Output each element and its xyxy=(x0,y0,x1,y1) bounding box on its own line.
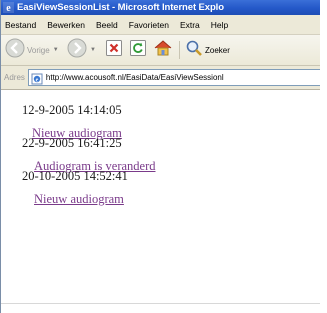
forward-button[interactable]: ▼ xyxy=(67,38,96,63)
stop-button[interactable] xyxy=(105,39,123,61)
search-label: Zoeker xyxy=(205,45,230,55)
chevron-down-icon[interactable]: ▼ xyxy=(90,47,96,53)
session-timestamp: 20-10-2005 14:52:41 xyxy=(22,169,128,183)
session-timestamp: 12-9-2005 14:14:05 xyxy=(22,103,122,117)
search-icon xyxy=(185,39,203,62)
page-icon: e xyxy=(31,72,43,84)
divider xyxy=(1,303,320,304)
session-entry: 20-10-2005 14:52:41 Nieuw audiogram xyxy=(22,169,128,206)
home-icon xyxy=(153,39,173,62)
address-bar: Adres e http://www.acousoft.nl/EasiData/… xyxy=(1,66,320,90)
svg-text:e: e xyxy=(6,3,11,13)
page-content: 12-9-2005 14:14:05 Nieuw audiogram 22-9-… xyxy=(1,91,320,313)
session-timestamp: 22-9-2005 16:41:25 xyxy=(22,136,122,150)
browser-window: e EasiViewSessionList - Microsoft Intern… xyxy=(0,0,320,313)
session-link[interactable]: Nieuw audiogram xyxy=(34,192,124,207)
menu-bar: Bestand Bewerken Beeld Favorieten Extra … xyxy=(1,15,320,35)
back-arrow-icon xyxy=(5,38,25,63)
back-label: Vorige xyxy=(27,45,50,55)
menu-extra[interactable]: Extra xyxy=(180,20,200,30)
forward-arrow-icon xyxy=(67,38,87,63)
home-button[interactable] xyxy=(153,39,173,61)
address-url: http://www.acousoft.nl/EasiData/EasiView… xyxy=(45,73,224,82)
page-margin xyxy=(320,0,327,313)
refresh-icon xyxy=(129,39,147,62)
toolbar: Vorige ▼ ▼ Zoeker xyxy=(1,35,320,66)
address-input[interactable]: e http://www.acousoft.nl/EasiData/EasiVi… xyxy=(27,69,320,86)
menu-bestand[interactable]: Bestand xyxy=(5,20,36,30)
refresh-button[interactable] xyxy=(129,39,147,61)
svg-text:e: e xyxy=(36,77,39,83)
window-title: EasiViewSessionList - Microsoft Internet… xyxy=(17,2,224,13)
ie-logo-icon: e xyxy=(3,2,14,13)
address-label: Adres xyxy=(4,73,25,82)
chevron-down-icon[interactable]: ▼ xyxy=(53,47,59,53)
menu-bewerken[interactable]: Bewerken xyxy=(47,20,85,30)
menu-help[interactable]: Help xyxy=(211,20,228,30)
toolbar-separator xyxy=(179,41,180,59)
session-entry: 12-9-2005 14:14:05 Nieuw audiogram xyxy=(22,103,122,140)
menu-beeld[interactable]: Beeld xyxy=(96,20,118,30)
menu-favorieten[interactable]: Favorieten xyxy=(129,20,169,30)
search-button[interactable]: Zoeker xyxy=(185,39,230,61)
back-button[interactable]: Vorige ▼ xyxy=(5,38,59,63)
session-entry: 22-9-2005 16:41:25 Audiogram is verander… xyxy=(22,136,156,173)
title-bar: e EasiViewSessionList - Microsoft Intern… xyxy=(1,0,320,15)
stop-icon xyxy=(105,39,123,62)
